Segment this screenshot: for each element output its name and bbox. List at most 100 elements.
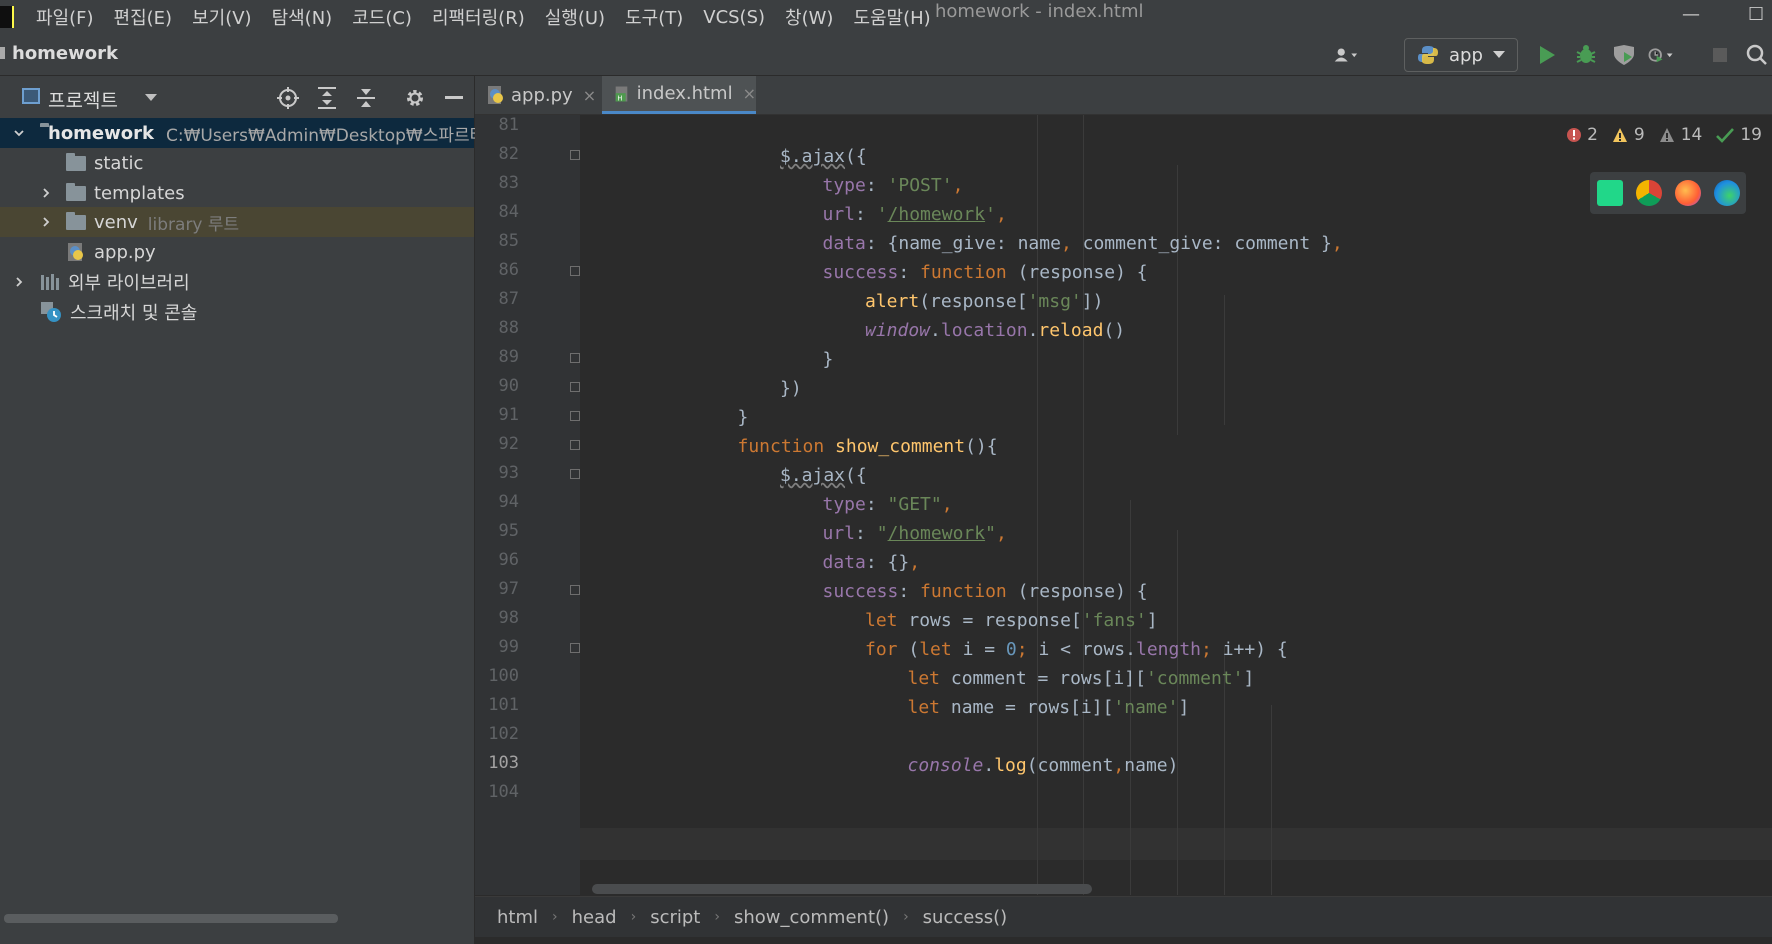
fold-marker-icon[interactable] [570, 469, 580, 479]
menu-help[interactable]: 도움말(H) [853, 4, 930, 30]
python-file-icon [488, 86, 503, 104]
code-line[interactable]: let comment = rows[i]['comment'] [908, 668, 1255, 689]
tab-label: app.py [511, 84, 573, 106]
hide-panel-icon[interactable] [442, 86, 466, 110]
code-line[interactable]: } [738, 407, 749, 428]
line-number: 85 [498, 231, 519, 251]
code-line[interactable]: url: '/homework', [823, 204, 1007, 225]
tab-label: index.html [636, 83, 733, 104]
code-line[interactable]: console.log(comment,name) [908, 755, 1179, 776]
code-editor[interactable]: 81 82 83 84 85 86 87 88 89 90 91 92 93 9… [475, 115, 1772, 895]
run-with-coverage-icon[interactable] [1611, 42, 1637, 68]
debug-icon[interactable] [1573, 42, 1599, 68]
tab-app-py[interactable]: app.py × [487, 76, 597, 114]
editor-horizontal-scrollbar[interactable] [592, 884, 1092, 894]
code-line[interactable]: let rows = response['fans'] [865, 610, 1158, 631]
chrome-icon[interactable] [1635, 180, 1662, 206]
tree-item-label: app.py [94, 241, 156, 263]
menu-bar: 파일(F) 편집(E) 보기(V) 탐색(N) 코드(C) 리팩터링(R) 실행… [0, 0, 1772, 34]
menu-edit[interactable]: 편집(E) [114, 4, 173, 30]
code-line[interactable]: type: 'POST', [823, 175, 964, 196]
error-count: 2 [1587, 125, 1598, 145]
close-tab-icon[interactable]: × [743, 84, 756, 103]
tree-item-templates[interactable]: templates [0, 178, 474, 208]
breadcrumb-separator-icon: › [552, 909, 558, 925]
line-number: 87 [498, 289, 519, 309]
menu-file[interactable]: 파일(F) [36, 4, 94, 30]
menu-vcs[interactable]: VCS(S) [703, 7, 765, 28]
locate-file-icon[interactable] [276, 86, 300, 110]
line-number: 91 [498, 405, 519, 425]
user-account-icon[interactable] [1334, 42, 1360, 68]
stop-icon[interactable] [1707, 42, 1733, 68]
code-line[interactable]: $.ajax({ [780, 465, 867, 486]
typo-check-icon [1716, 128, 1735, 143]
pycharm-browser-icon[interactable] [1596, 180, 1623, 206]
indent-guide [1271, 705, 1272, 895]
code-line[interactable]: data: {name_give: name, comment_give: co… [823, 233, 1343, 254]
code-line[interactable]: for (let i = 0; i < rows.length; i++) { [865, 639, 1288, 660]
menu-run[interactable]: 실행(U) [545, 4, 605, 30]
breadcrumb-item[interactable]: html [497, 907, 538, 928]
fold-marker-icon[interactable] [570, 266, 580, 276]
maximize-icon[interactable]: ☐ [1748, 4, 1764, 25]
chevron-right-icon [43, 217, 50, 227]
code-line[interactable]: url: "/homework", [823, 523, 1007, 544]
code-line[interactable]: let name = rows[i]['name'] [908, 697, 1190, 718]
menu-tools[interactable]: 도구(T) [625, 4, 683, 30]
close-tab-icon[interactable]: × [583, 86, 596, 105]
breadcrumb-item[interactable]: script [650, 907, 700, 928]
code-line[interactable]: } [823, 349, 834, 370]
breadcrumb-item[interactable]: show_comment() [734, 907, 889, 928]
tree-item-homework[interactable]: homework C:₩Users₩Admin₩Desktop₩스파르타 [0, 118, 485, 148]
chevron-down-icon[interactable] [145, 94, 157, 101]
collapse-all-icon[interactable] [354, 86, 378, 110]
run-configuration-select[interactable]: app [1404, 38, 1518, 72]
run-icon[interactable] [1534, 42, 1560, 68]
menu-window[interactable]: 창(W) [785, 4, 833, 30]
code-line[interactable]: }) [780, 378, 802, 399]
edge-icon[interactable] [1713, 180, 1740, 206]
project-panel-title[interactable]: 프로젝트 [48, 86, 118, 113]
expand-all-icon[interactable] [315, 86, 339, 110]
breadcrumb-item[interactable]: head [572, 907, 617, 928]
inspection-widget[interactable]: 2 9 14 19 [1567, 125, 1762, 145]
project-breadcrumb[interactable]: homework [0, 43, 118, 64]
minimize-icon[interactable]: — [1682, 4, 1700, 25]
fold-marker-icon[interactable] [570, 440, 580, 450]
code-line[interactable]: success: function (response) { [823, 262, 1148, 283]
tree-item-app-py[interactable]: app.py [0, 237, 474, 267]
project-panel-scrollbar[interactable] [4, 914, 338, 923]
menu-refactor[interactable]: 리팩터링(R) [432, 4, 525, 30]
tab-index-html[interactable]: H index.html × [602, 76, 756, 114]
tree-item-external-libraries[interactable]: 외부 라이브러리 [0, 267, 474, 297]
tree-item-venv[interactable]: venv library 루트 [0, 207, 474, 237]
code-line[interactable]: function show_comment(){ [738, 436, 998, 457]
fold-marker-icon[interactable] [570, 382, 580, 392]
tree-item-label: static [94, 152, 144, 174]
menu-navigate[interactable]: 탐색(N) [272, 4, 333, 30]
fold-marker-icon[interactable] [570, 411, 580, 421]
profile-icon[interactable] [1648, 42, 1674, 68]
tree-item-static[interactable]: static [0, 148, 474, 178]
code-line[interactable]: success: function (response) { [823, 581, 1148, 602]
menu-view[interactable]: 보기(V) [192, 4, 251, 30]
line-number: 89 [498, 347, 519, 367]
code-line[interactable]: window.location.reload() [865, 320, 1125, 341]
code-line[interactable]: data: {}, [823, 552, 921, 573]
fold-marker-icon[interactable] [570, 643, 580, 653]
fold-marker-icon[interactable] [570, 353, 580, 363]
fold-marker-icon[interactable] [570, 585, 580, 595]
line-number: 86 [498, 260, 519, 280]
code-line[interactable]: $.ajax({ [780, 146, 867, 167]
breadcrumb-item[interactable]: success() [923, 907, 1007, 928]
code-line[interactable]: alert(response['msg']) [865, 291, 1103, 312]
settings-gear-icon[interactable] [403, 86, 427, 110]
tree-item-scratches[interactable]: 스크래치 및 콘솔 [0, 297, 474, 327]
firefox-icon[interactable] [1674, 180, 1701, 206]
line-number: 99 [498, 637, 519, 657]
fold-marker-icon[interactable] [570, 150, 580, 160]
search-icon[interactable] [1744, 42, 1770, 68]
menu-code[interactable]: 코드(C) [352, 4, 412, 30]
code-line[interactable]: type: "GET", [823, 494, 953, 515]
